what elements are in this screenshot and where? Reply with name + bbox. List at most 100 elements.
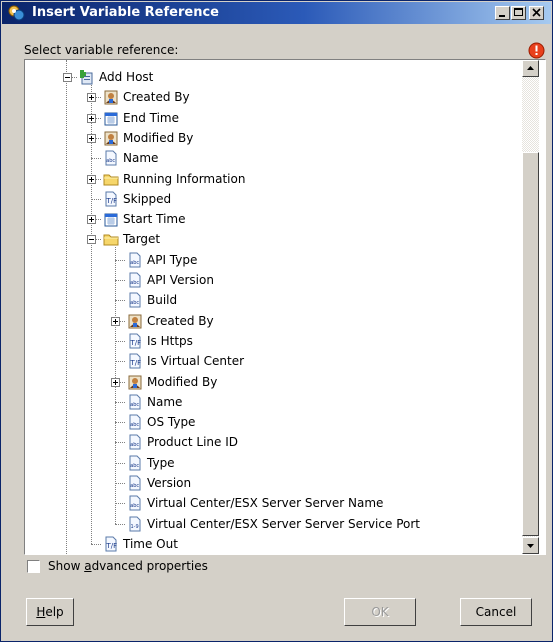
tree-connector [91, 158, 101, 160]
string-variable-icon: abc [127, 475, 143, 491]
svg-text:abc: abc [130, 402, 139, 408]
tree-item-label[interactable]: Build [147, 293, 177, 307]
title-bar[interactable]: Insert Variable Reference [2, 2, 551, 24]
string-variable-icon: abc [127, 394, 143, 410]
workflow-variable-icon [8, 5, 25, 21]
maximize-button[interactable] [511, 6, 526, 20]
svg-text:abc: abc [130, 260, 139, 266]
error-icon [528, 42, 545, 59]
minimize-button[interactable] [495, 6, 510, 20]
insert-variable-reference-dialog: Insert Variable Reference Select variabl… [0, 0, 553, 642]
expand-toggle[interactable] [87, 174, 96, 184]
boolean-variable-icon: T/F [103, 191, 119, 207]
tree-item-label[interactable]: Skipped [123, 192, 171, 206]
expand-toggle[interactable] [111, 316, 120, 326]
folder-icon [103, 231, 119, 247]
svg-text:T/F: T/F [106, 197, 118, 205]
boolean-variable-icon: T/F [103, 536, 119, 552]
scroll-thumb[interactable] [522, 152, 539, 536]
action-node-icon [79, 69, 95, 85]
tree-item-label[interactable]: Is Https [147, 334, 193, 348]
help-button[interactable]: Help [26, 598, 74, 626]
tree-connector [115, 280, 125, 281]
tree-item-label[interactable]: Product Line ID [147, 435, 238, 449]
tree-connector [115, 340, 125, 342]
folder-icon [103, 171, 119, 187]
select-variable-label: Select variable reference: [24, 43, 179, 57]
user-icon [127, 374, 143, 390]
tree-item-label[interactable]: Modified By [123, 131, 193, 145]
tree-item-label[interactable]: Running Information [123, 172, 245, 186]
tree-item-label[interactable]: Type [147, 456, 175, 470]
svg-text:abc: abc [130, 280, 139, 286]
boolean-variable-icon: T/F [127, 333, 143, 349]
vertical-scrollbar[interactable] [522, 60, 539, 554]
tree-item-label[interactable]: Virtual Center/ESX Server Server Service… [147, 517, 420, 531]
user-icon [127, 313, 143, 329]
string-variable-icon: abc [127, 414, 143, 430]
tree-item-label[interactable]: API Type [147, 253, 197, 267]
tree-item-label[interactable]: OS Type [147, 415, 195, 429]
svg-text:1-9: 1-9 [131, 524, 139, 530]
tree-item-label[interactable]: Version [147, 476, 191, 490]
scroll-down-button[interactable] [522, 537, 539, 554]
tree-item-label[interactable]: Modified By [147, 375, 217, 389]
close-button[interactable] [529, 6, 544, 20]
svg-text:abc: abc [106, 158, 115, 164]
tree-item-label[interactable]: Created By [147, 314, 214, 328]
collapse-toggle[interactable] [63, 73, 72, 82]
tree-guide-line [66, 60, 67, 554]
expand-toggle[interactable] [87, 113, 96, 123]
tree-item-label[interactable]: Name [147, 395, 182, 409]
user-icon [103, 130, 119, 146]
string-variable-icon: abc [127, 292, 143, 308]
tree-item-label[interactable]: End Time [123, 111, 179, 125]
tree-guide-line [91, 85, 92, 544]
tree-item-label[interactable]: Time Out [123, 537, 178, 551]
svg-text:abc: abc [130, 422, 139, 428]
svg-text:abc: abc [130, 483, 139, 489]
string-variable-icon: abc [127, 495, 143, 511]
tree-connector [115, 361, 125, 363]
tree-item-label[interactable]: Name [123, 151, 158, 165]
tree-connector [115, 300, 125, 302]
tree-item-label[interactable]: Start Time [123, 212, 186, 226]
boolean-variable-icon: T/F [127, 353, 143, 369]
tree-connector [91, 543, 101, 545]
expand-toggle[interactable] [87, 93, 96, 103]
svg-text:abc: abc [130, 503, 139, 509]
tree-connector [115, 442, 125, 444]
scroll-up-button[interactable] [522, 60, 539, 77]
tree-connector [115, 503, 125, 505]
show-advanced-checkbox[interactable] [27, 560, 40, 573]
tree-item-label[interactable]: Virtual Center/ESX Server Server Name [147, 496, 383, 510]
tree-connector [115, 523, 125, 525]
string-variable-icon: abc [127, 272, 143, 288]
tree-connector [115, 401, 125, 403]
tree-connector [115, 259, 125, 261]
tree-content: Add Host Created By End Time Modified By abc… [25, 60, 523, 554]
variable-tree[interactable]: Add Host Created By End Time Modified By abc… [24, 59, 546, 555]
tree-item-label[interactable]: Created By [123, 90, 190, 104]
svg-text:T/F: T/F [130, 359, 142, 367]
calendar-icon [103, 211, 119, 227]
tree-item-label[interactable]: Target [123, 232, 160, 246]
ok-button[interactable]: OK [344, 598, 416, 626]
tree-item-label[interactable]: Add Host [99, 70, 153, 84]
show-advanced-label[interactable]: Show advanced properties [48, 559, 208, 573]
tree-connector [115, 462, 125, 464]
expand-toggle[interactable] [87, 215, 96, 225]
expand-toggle[interactable] [111, 377, 120, 387]
cancel-button[interactable]: Cancel [460, 598, 532, 626]
tree-item-label[interactable]: API Version [147, 273, 214, 287]
string-variable-icon: abc [103, 150, 119, 166]
tree-item-label[interactable]: Is Virtual Center [147, 354, 244, 368]
string-variable-icon: abc [127, 455, 143, 471]
svg-text:abc: abc [130, 463, 139, 469]
tree-connector [115, 422, 125, 424]
svg-text:T/F: T/F [106, 542, 118, 550]
expand-toggle[interactable] [87, 133, 96, 143]
string-variable-icon: abc [127, 434, 143, 450]
string-variable-icon: abc [127, 252, 143, 268]
collapse-toggle[interactable] [87, 235, 96, 245]
